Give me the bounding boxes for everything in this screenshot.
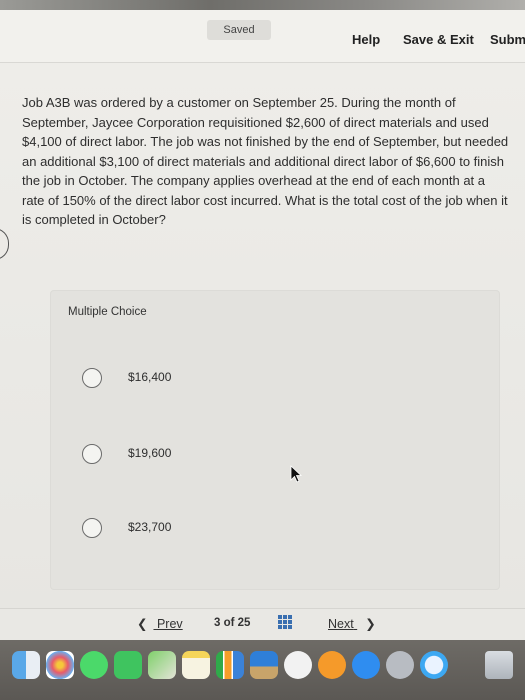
safari-icon[interactable] bbox=[420, 651, 448, 679]
saved-status-badge: Saved bbox=[207, 20, 271, 40]
page-indicator: 3 of 25 bbox=[214, 617, 251, 629]
trash-icon[interactable] bbox=[485, 651, 513, 679]
numbers-icon[interactable] bbox=[216, 651, 244, 679]
answer-option[interactable]: $23,700 bbox=[76, 514, 476, 544]
facetime-icon[interactable] bbox=[114, 651, 142, 679]
mouse-cursor-icon bbox=[290, 465, 302, 483]
submit-button[interactable]: Subm bbox=[490, 32, 525, 47]
question-text: Job A3B was ordered by a customer on Sep… bbox=[22, 95, 509, 227]
question-navigation-bar bbox=[0, 608, 525, 641]
save-exit-button[interactable]: Save & Exit bbox=[403, 32, 474, 47]
question-grid-icon[interactable] bbox=[278, 615, 292, 629]
maps-icon[interactable] bbox=[148, 651, 176, 679]
answer-option-text: $19,600 bbox=[128, 446, 172, 460]
prev-button[interactable]: ❮ Prev bbox=[137, 616, 183, 631]
top-toolbar-strip bbox=[0, 0, 525, 10]
books-icon[interactable] bbox=[318, 651, 346, 679]
system-preferences-icon[interactable] bbox=[386, 651, 414, 679]
quiz-page: Saved Help Save & Exit Subm Job A3B was … bbox=[0, 0, 525, 700]
notes-icon[interactable] bbox=[182, 651, 210, 679]
keynote-icon[interactable] bbox=[250, 651, 278, 679]
help-button[interactable]: Help bbox=[352, 32, 380, 47]
photos-icon[interactable] bbox=[46, 651, 74, 679]
multiple-choice-label: Multiple Choice bbox=[68, 306, 147, 318]
prev-label: Prev bbox=[156, 617, 183, 631]
radio-button[interactable] bbox=[82, 518, 102, 538]
answer-option-text: $16,400 bbox=[128, 370, 172, 384]
finder-icon[interactable] bbox=[12, 651, 40, 679]
messages-icon[interactable] bbox=[80, 651, 108, 679]
next-label: Next bbox=[328, 617, 354, 631]
music-icon[interactable] bbox=[284, 651, 312, 679]
app-store-icon[interactable] bbox=[352, 651, 380, 679]
next-button[interactable]: Next ❯ bbox=[328, 616, 376, 631]
answer-option-text: $23,700 bbox=[128, 520, 172, 534]
answer-option[interactable]: $19,600 bbox=[76, 440, 476, 470]
chevron-left-icon: ❮ bbox=[137, 617, 148, 631]
answer-option[interactable]: $16,400 bbox=[76, 364, 476, 394]
radio-button[interactable] bbox=[82, 368, 102, 388]
chevron-right-icon: ❯ bbox=[365, 617, 376, 631]
edge-bracket-shape bbox=[0, 228, 9, 260]
radio-button[interactable] bbox=[82, 444, 102, 464]
